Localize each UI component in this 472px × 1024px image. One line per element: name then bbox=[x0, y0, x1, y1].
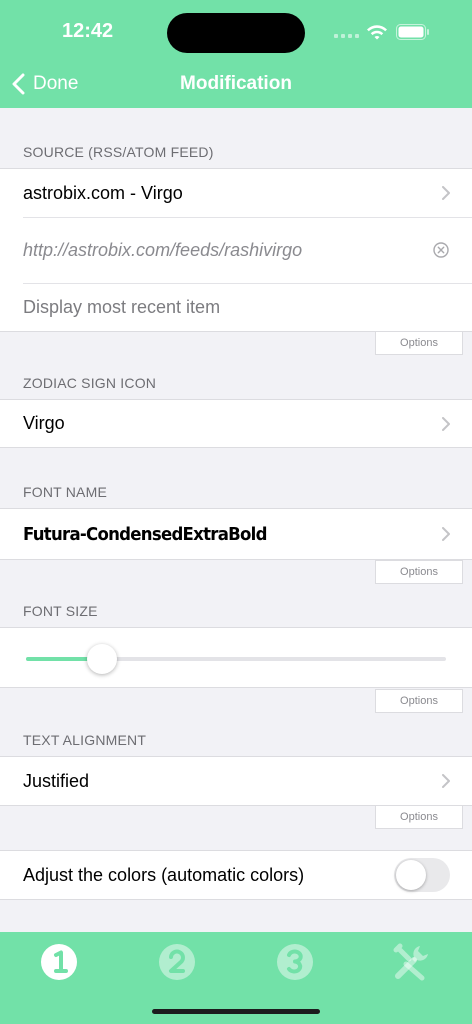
feed-url-input[interactable]: http://astrobix.com/feeds/rashivirgo bbox=[23, 240, 302, 261]
adjust-colors-row: Adjust the colors (automatic colors) bbox=[0, 851, 472, 899]
font-name-value: Futura-CondensedExtraBold bbox=[23, 523, 267, 545]
adjust-colors-toggle[interactable] bbox=[394, 858, 450, 892]
navigation-header: 12:42 Done Modification bbox=[0, 0, 472, 108]
status-time: 12:42 bbox=[62, 20, 114, 42]
source-group: astrobix.com - Virgo http://astrobix.com… bbox=[0, 168, 472, 332]
section-label-font-name: FONT NAME bbox=[23, 484, 107, 500]
step-2-icon[interactable] bbox=[157, 942, 197, 982]
section-label-source: SOURCE (RSS/ATOM FEED) bbox=[23, 144, 214, 160]
dynamic-island bbox=[167, 13, 305, 53]
alignment-row[interactable]: Justified bbox=[0, 757, 472, 805]
font-size-options-button[interactable]: Options bbox=[375, 689, 463, 713]
section-label-alignment: TEXT ALIGNMENT bbox=[23, 732, 147, 748]
battery-icon bbox=[396, 24, 429, 40]
source-options-button[interactable]: Options bbox=[375, 331, 463, 355]
zodiac-row[interactable]: Virgo bbox=[0, 400, 472, 447]
section-label-font-size: FONT SIZE bbox=[23, 603, 98, 619]
page-title: Modification bbox=[180, 73, 292, 94]
alignment-options-button[interactable]: Options bbox=[375, 805, 463, 829]
feed-name-row[interactable]: astrobix.com - Virgo bbox=[0, 169, 472, 217]
font-size-slider[interactable] bbox=[26, 644, 446, 674]
step-1-icon[interactable] bbox=[39, 942, 79, 982]
chevron-right-icon bbox=[442, 186, 450, 200]
alignment-group: Justified bbox=[0, 756, 472, 806]
display-mode-row[interactable]: Display most recent item bbox=[0, 283, 472, 331]
slider-thumb[interactable] bbox=[86, 644, 117, 674]
alignment-value: Justified bbox=[23, 770, 90, 791]
adjust-colors-label: Adjust the colors (automatic colors) bbox=[23, 864, 305, 885]
chevron-right-icon bbox=[442, 416, 450, 431]
feed-url-row[interactable]: http://astrobix.com/feeds/rashivirgo bbox=[0, 217, 472, 283]
cellular-signal-icon bbox=[334, 34, 359, 38]
feed-name: astrobix.com - Virgo bbox=[23, 182, 183, 203]
clear-icon[interactable] bbox=[433, 242, 449, 258]
zodiac-value: Virgo bbox=[23, 413, 65, 433]
colors-group: Adjust the colors (automatic colors) bbox=[0, 850, 472, 900]
tools-icon[interactable] bbox=[392, 942, 432, 982]
chevron-right-icon bbox=[442, 774, 450, 788]
home-indicator bbox=[152, 1009, 320, 1014]
font-name-options-button[interactable]: Options bbox=[375, 560, 463, 584]
font-size-group bbox=[0, 627, 472, 688]
zodiac-group: Virgo bbox=[0, 399, 472, 448]
wifi-icon bbox=[367, 25, 387, 40]
section-label-zodiac: ZODIAC SIGN ICON bbox=[23, 375, 157, 391]
chevron-right-icon bbox=[442, 527, 450, 541]
font-name-row[interactable]: Futura-CondensedExtraBold bbox=[0, 509, 472, 559]
font-name-group: Futura-CondensedExtraBold bbox=[0, 508, 472, 560]
display-mode-label: Display most recent item bbox=[23, 296, 221, 317]
toggle-knob bbox=[396, 860, 426, 890]
step-3-icon[interactable] bbox=[275, 942, 315, 982]
